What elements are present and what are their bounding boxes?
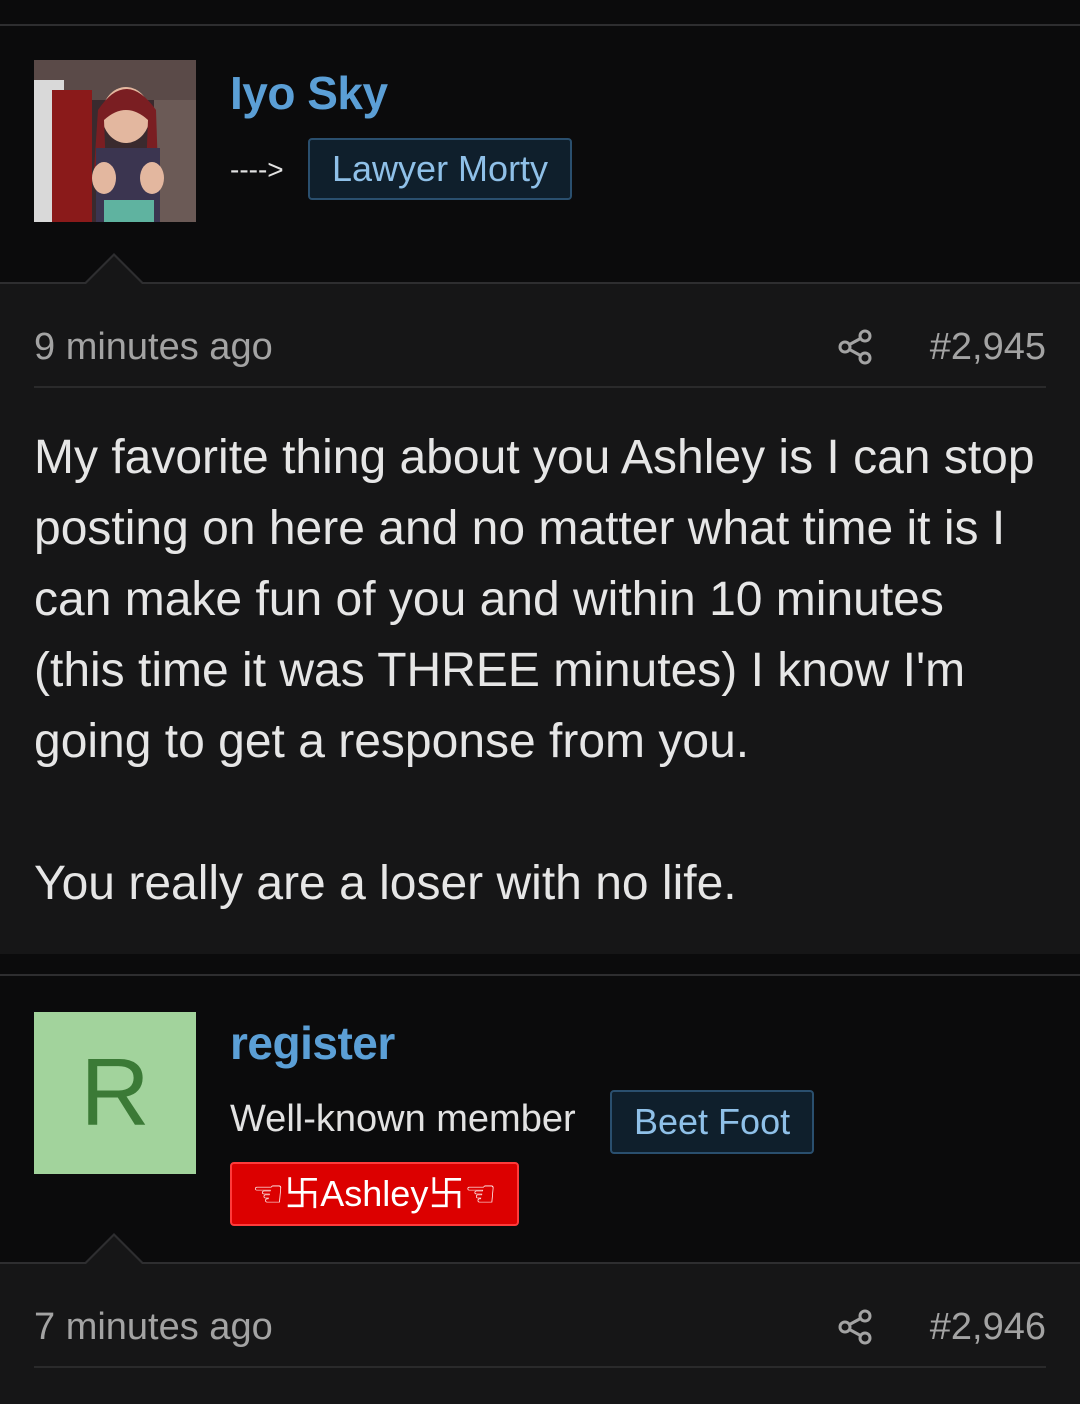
avatar-photo	[34, 60, 196, 222]
top-divider	[0, 0, 1080, 26]
share-icon[interactable]	[836, 1308, 874, 1346]
post-username[interactable]: register	[230, 1016, 395, 1070]
message-paragraph: My favorite thing about you Ashley is I …	[34, 431, 1035, 768]
user-banner: Lawyer Morty	[308, 138, 573, 200]
post-timestamp[interactable]: 9 minutes ago	[34, 326, 273, 369]
post-number[interactable]: #2,946	[930, 1306, 1046, 1349]
message-body: My favorite thing about you Ashley is I …	[34, 422, 1046, 919]
user-red-banner: ☜卐Ashley卐☜	[230, 1162, 519, 1226]
avatar-letter: R	[80, 1039, 150, 1146]
post-timestamp[interactable]: 7 minutes ago	[34, 1306, 273, 1349]
user-banner: Beet Foot	[610, 1090, 815, 1154]
meta-divider	[34, 1366, 1046, 1368]
post-number[interactable]: #2,945	[930, 326, 1046, 369]
meta-divider	[34, 386, 1046, 388]
message-paragraph: You really are a loser with no life.	[34, 857, 737, 910]
post-username[interactable]: Iyo Sky	[230, 66, 388, 120]
user-avatar[interactable]: R	[34, 1012, 196, 1174]
message-caret-fill	[86, 1236, 142, 1264]
share-icon[interactable]	[836, 328, 874, 366]
user-title: Well-known member	[230, 1098, 576, 1140]
user-avatar[interactable]	[34, 60, 196, 222]
message-caret-fill	[86, 256, 142, 284]
post-message: 7 minutes ago #2,946	[0, 1262, 1080, 1404]
post-message: 9 minutes ago #2,945 My favorite thing a…	[0, 282, 1080, 956]
post-user-info: Iyo Sky ----> Lawyer Morty	[0, 26, 1080, 282]
post-gap	[0, 954, 1080, 976]
user-title-arrow: ---->	[230, 154, 284, 185]
post-user-info: R register Well-known member Beet Foot ☜…	[0, 976, 1080, 1262]
